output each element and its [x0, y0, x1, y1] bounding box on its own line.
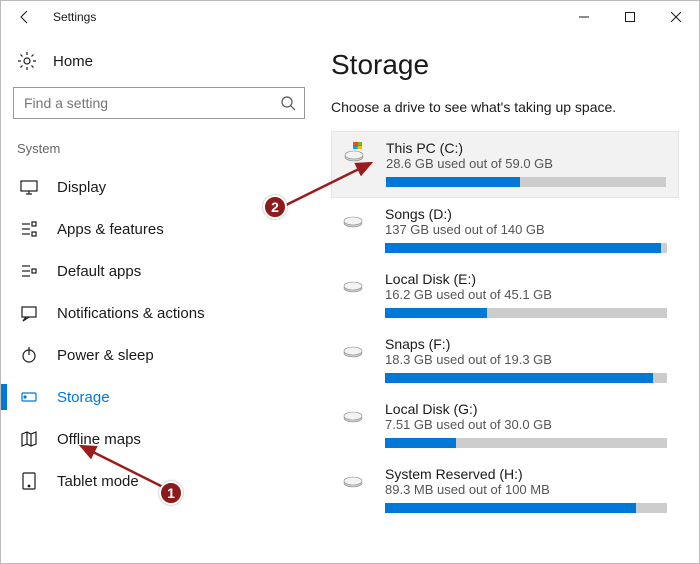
usage-bar: [385, 243, 667, 253]
sidebar-item-default-apps[interactable]: Default apps: [13, 250, 305, 292]
usage-bar-fill: [385, 438, 456, 448]
drive-stats: 89.3 MB used out of 100 MB: [385, 482, 667, 497]
sidebar-item-label: Tablet mode: [57, 473, 139, 490]
drive-name: Local Disk (E:): [385, 271, 667, 287]
back-button[interactable]: [1, 1, 49, 33]
sidebar-item-apps[interactable]: Apps & features: [13, 208, 305, 250]
drive-name: System Reserved (H:): [385, 466, 667, 482]
sidebar-item-notifications[interactable]: Notifications & actions: [13, 292, 305, 334]
default-apps-icon: [19, 261, 39, 281]
sidebar-item-offline-maps[interactable]: Offline maps: [13, 418, 305, 460]
sidebar-item-label: Power & sleep: [57, 347, 154, 364]
sidebar-item-tablet-mode[interactable]: Tablet mode: [13, 460, 305, 502]
display-icon: [19, 177, 39, 197]
drive-icon: [343, 466, 371, 513]
sidebar-item-label: Offline maps: [57, 431, 141, 448]
sidebar: Home System Display Apps & features: [1, 33, 317, 563]
drive-stats: 7.51 GB used out of 30.0 GB: [385, 417, 667, 432]
drive-item[interactable]: This PC (C:)28.6 GB used out of 59.0 GB: [331, 131, 679, 198]
usage-bar: [385, 503, 667, 513]
drive-body: Songs (D:)137 GB used out of 140 GB: [385, 206, 667, 253]
sidebar-item-label: Storage: [57, 389, 110, 406]
titlebar: Settings: [1, 1, 699, 33]
notifications-icon: [19, 303, 39, 323]
sidebar-item-power[interactable]: Power & sleep: [13, 334, 305, 376]
drive-body: Local Disk (G:)7.51 GB used out of 30.0 …: [385, 401, 667, 448]
sidebar-item-label: Apps & features: [57, 221, 164, 238]
arrow-left-icon: [17, 9, 33, 25]
nav-list: Display Apps & features Default apps Not…: [13, 166, 305, 502]
storage-icon: [19, 387, 39, 407]
drive-stats: 16.2 GB used out of 45.1 GB: [385, 287, 667, 302]
sidebar-item-display[interactable]: Display: [13, 166, 305, 208]
drive-body: System Reserved (H:)89.3 MB used out of …: [385, 466, 667, 513]
drive-item[interactable]: Local Disk (E:)16.2 GB used out of 45.1 …: [331, 263, 679, 328]
usage-bar: [385, 438, 667, 448]
drive-icon: [343, 336, 371, 383]
usage-bar: [386, 177, 666, 187]
gear-icon: [17, 51, 37, 71]
drive-body: This PC (C:)28.6 GB used out of 59.0 GB: [386, 140, 666, 187]
main-pane: Storage Choose a drive to see what's tak…: [317, 33, 699, 563]
page-title: Storage: [331, 49, 679, 81]
drive-stats: 137 GB used out of 140 GB: [385, 222, 667, 237]
drive-icon: [343, 206, 371, 253]
window-title: Settings: [53, 10, 96, 24]
drive-body: Snaps (F:)18.3 GB used out of 19.3 GB: [385, 336, 667, 383]
page-subtitle: Choose a drive to see what's taking up s…: [331, 99, 679, 115]
minimize-icon: [579, 12, 589, 22]
drive-icon: [343, 401, 371, 448]
close-button[interactable]: [653, 1, 699, 33]
drive-item[interactable]: Snaps (F:)18.3 GB used out of 19.3 GB: [331, 328, 679, 393]
usage-bar-fill: [385, 373, 653, 383]
drive-stats: 28.6 GB used out of 59.0 GB: [386, 156, 666, 171]
usage-bar-fill: [385, 308, 487, 318]
map-icon: [19, 429, 39, 449]
power-icon: [19, 345, 39, 365]
close-icon: [671, 12, 681, 22]
drive-item[interactable]: Songs (D:)137 GB used out of 140 GB: [331, 198, 679, 263]
search-box[interactable]: [13, 87, 305, 119]
sidebar-item-label: Notifications & actions: [57, 305, 205, 322]
drive-name: Snaps (F:): [385, 336, 667, 352]
nav-group-label: System: [17, 141, 305, 156]
drive-stats: 18.3 GB used out of 19.3 GB: [385, 352, 667, 367]
settings-window: Settings Home: [0, 0, 700, 564]
drive-name: This PC (C:): [386, 140, 666, 156]
usage-bar: [385, 308, 667, 318]
drive-name: Local Disk (G:): [385, 401, 667, 417]
maximize-icon: [625, 12, 635, 22]
search-icon: [280, 95, 296, 111]
usage-bar-fill: [386, 177, 520, 187]
sidebar-item-label: Display: [57, 179, 106, 196]
window-controls: [561, 1, 699, 33]
apps-icon: [19, 219, 39, 239]
drive-icon: [344, 140, 372, 187]
drive-item[interactable]: System Reserved (H:)89.3 MB used out of …: [331, 458, 679, 523]
sidebar-item-label: Default apps: [57, 263, 141, 280]
minimize-button[interactable]: [561, 1, 607, 33]
usage-bar-fill: [385, 243, 661, 253]
usage-bar: [385, 373, 667, 383]
sidebar-item-storage[interactable]: Storage: [13, 376, 305, 418]
home-label: Home: [53, 53, 93, 70]
search-input[interactable]: [22, 94, 262, 112]
usage-bar-fill: [385, 503, 636, 513]
drive-body: Local Disk (E:)16.2 GB used out of 45.1 …: [385, 271, 667, 318]
tablet-icon: [19, 471, 39, 491]
home-nav[interactable]: Home: [13, 45, 305, 87]
drive-name: Songs (D:): [385, 206, 667, 222]
maximize-button[interactable]: [607, 1, 653, 33]
drive-list: This PC (C:)28.6 GB used out of 59.0 GB S…: [331, 131, 679, 523]
drive-item[interactable]: Local Disk (G:)7.51 GB used out of 30.0 …: [331, 393, 679, 458]
drive-icon: [343, 271, 371, 318]
